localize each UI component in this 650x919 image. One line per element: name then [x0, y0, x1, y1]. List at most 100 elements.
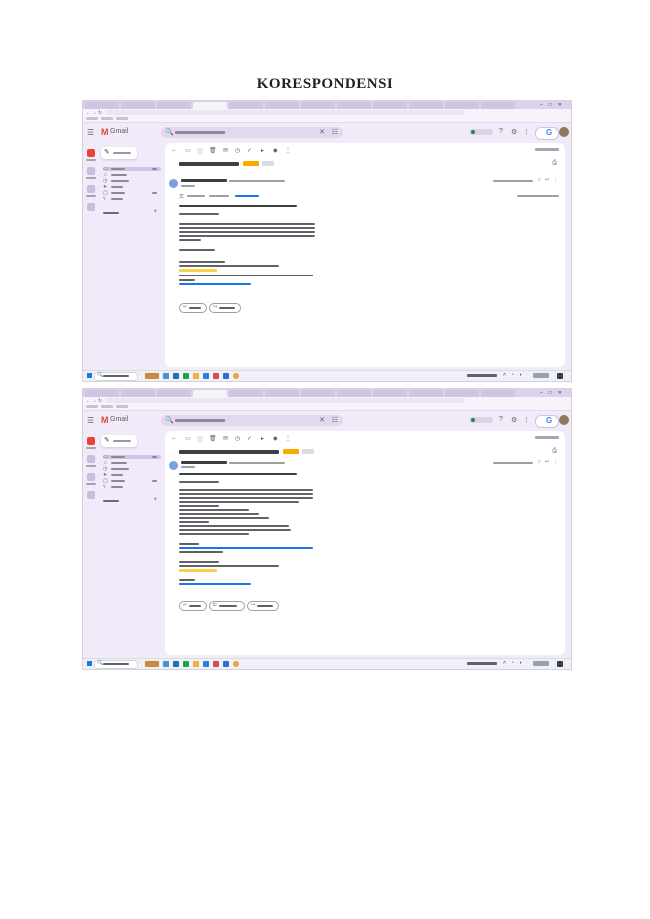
network-icon[interactable]: ◔ — [511, 660, 514, 666]
mail-icon[interactable] — [87, 149, 95, 157]
browser-tab[interactable] — [445, 390, 479, 397]
bookmark-item[interactable] — [86, 117, 98, 120]
browser-tab[interactable] — [265, 102, 299, 109]
taskbar-app[interactable] — [183, 373, 189, 379]
sidebar-item-drafts[interactable]: ▢ — [103, 478, 161, 484]
translate-link[interactable] — [235, 195, 259, 197]
browser-tab[interactable] — [121, 390, 155, 397]
sidebar-item-starred[interactable]: ☆ — [103, 172, 161, 178]
taskbar-app[interactable] — [163, 373, 169, 379]
weather-widget[interactable] — [467, 374, 497, 377]
apps-icon[interactable]: ⋮ — [523, 416, 530, 424]
search-input[interactable]: 🔍 ✕ ☷ — [161, 127, 343, 138]
forward-button[interactable]: ↪ — [247, 601, 279, 611]
volume-icon[interactable]: ◖ — [519, 372, 522, 378]
inbox-badge[interactable] — [302, 449, 314, 454]
more-options-icon[interactable]: ⋮ — [553, 177, 558, 183]
network-icon[interactable]: ◔ — [511, 372, 514, 378]
browser-tab[interactable] — [481, 390, 515, 397]
volume-icon[interactable]: ◖ — [519, 660, 522, 666]
search-icon[interactable]: 🔍 — [165, 128, 174, 136]
mail-icon[interactable] — [87, 437, 95, 445]
browser-tab[interactable] — [229, 390, 263, 397]
browser-tab[interactable] — [157, 390, 191, 397]
status-indicator[interactable] — [469, 417, 493, 423]
sidebar-item-sent[interactable]: ➤ — [103, 472, 161, 478]
chrome-icon[interactable] — [233, 661, 239, 667]
browser-tab[interactable] — [409, 390, 443, 397]
meet-icon[interactable] — [87, 185, 95, 193]
notification-icon[interactable] — [557, 373, 563, 379]
address-bar[interactable] — [105, 110, 465, 115]
add-label-icon[interactable]: + — [153, 209, 157, 215]
search-input[interactable]: 🔍 ✕ ☷ — [161, 415, 343, 426]
sidebar-item-more[interactable]: ˅ — [103, 484, 161, 490]
taskbar-app[interactable] — [173, 661, 179, 667]
star-icon[interactable]: ☆ — [537, 177, 541, 183]
chat-icon[interactable] — [87, 167, 95, 175]
help-icon[interactable]: ? — [499, 416, 503, 423]
reply-icon[interactable]: ↩ — [545, 459, 549, 465]
taskbar-app[interactable] — [213, 373, 219, 379]
search-icon[interactable]: 🔍 — [165, 416, 174, 424]
browser-tab[interactable] — [481, 102, 515, 109]
browser-tab[interactable] — [121, 102, 155, 109]
taskbar-app[interactable] — [173, 373, 179, 379]
help-icon[interactable]: ? — [499, 128, 503, 135]
add-task-icon[interactable]: ✓ — [247, 435, 252, 442]
pagination[interactable] — [535, 148, 559, 151]
browser-tab[interactable] — [373, 102, 407, 109]
apps-icon[interactable]: ⋮ — [523, 128, 530, 136]
translate-from[interactable] — [187, 195, 205, 197]
browser-tab[interactable] — [445, 102, 479, 109]
archive-icon[interactable]: ▭ — [185, 147, 191, 154]
taskbar-app[interactable] — [203, 661, 209, 667]
tray-chevron-icon[interactable]: ˄ — [503, 660, 506, 666]
forward-button[interactable]: ↪ — [209, 303, 241, 313]
sidebar-item-more[interactable]: ˅ — [103, 196, 161, 202]
chrome-icon[interactable] — [233, 373, 239, 379]
pagination[interactable] — [535, 436, 559, 439]
delete-icon[interactable]: 🗑 — [209, 147, 217, 154]
report-spam-icon[interactable]: ⓘ — [197, 435, 203, 444]
move-to-icon[interactable]: ▸ — [261, 435, 264, 442]
taskbar-app[interactable] — [163, 661, 169, 667]
reply-icon[interactable]: ↩ — [545, 177, 549, 183]
article-link[interactable] — [179, 547, 313, 549]
bookmark-item[interactable] — [101, 117, 113, 120]
spaces-icon[interactable] — [87, 491, 95, 499]
sidebar-item-inbox[interactable]: ▭ — [103, 454, 161, 460]
browser-tab[interactable] — [337, 390, 371, 397]
snooze-icon[interactable]: ◷ — [235, 435, 240, 442]
gmail-logo-icon[interactable]: M — [101, 127, 109, 137]
notification-icon[interactable] — [557, 661, 563, 667]
settings-icon[interactable]: ⚙ — [511, 128, 517, 136]
windows-start-icon[interactable] — [87, 373, 92, 378]
label-badge[interactable] — [243, 161, 259, 166]
window-controls[interactable]: –□✕ — [540, 102, 568, 108]
browser-tab[interactable] — [301, 390, 335, 397]
taskbar-app[interactable] — [223, 373, 229, 379]
sidebar-item-snoozed[interactable]: ◷ — [103, 466, 161, 472]
window-controls[interactable]: –□✕ — [540, 390, 568, 396]
taskbar-app[interactable] — [223, 661, 229, 667]
star-icon[interactable]: ☆ — [537, 459, 541, 465]
address-bar[interactable] — [105, 398, 465, 403]
mark-unread-icon[interactable]: ✉ — [223, 147, 228, 154]
more-options-icon[interactable]: ⋮ — [553, 459, 558, 465]
clear-search-icon[interactable]: ✕ — [319, 416, 325, 424]
compose-button[interactable]: ✎ — [101, 435, 137, 447]
compose-button[interactable]: ✎ — [101, 147, 137, 159]
search-options-icon[interactable]: ☷ — [332, 416, 338, 424]
taskbar-app[interactable] — [193, 661, 199, 667]
chat-icon[interactable] — [87, 455, 95, 463]
translate-options[interactable] — [517, 195, 559, 197]
taskbar-search[interactable]: 🔍 — [94, 660, 138, 669]
avatar[interactable] — [559, 127, 569, 137]
label-icon[interactable]: ◆ — [273, 435, 278, 442]
browser-tab[interactable] — [265, 390, 299, 397]
journal-link[interactable] — [179, 283, 251, 285]
taskbar-app[interactable] — [193, 373, 199, 379]
reply-all-button[interactable]: ⇇ — [209, 601, 245, 611]
translate-to[interactable] — [209, 195, 229, 197]
